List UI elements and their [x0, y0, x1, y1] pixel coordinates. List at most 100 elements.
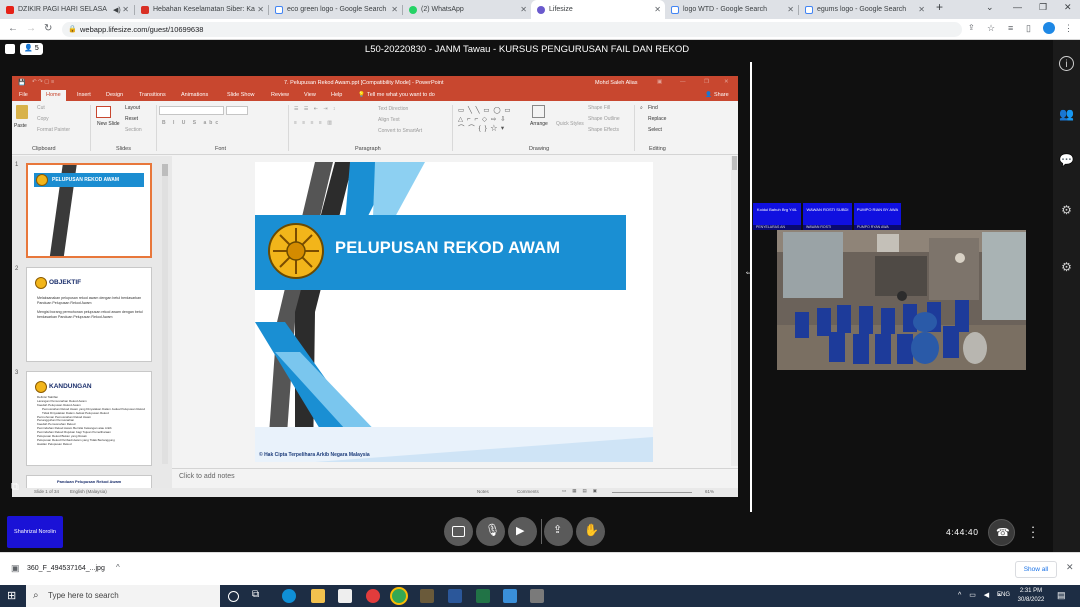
participant-chip[interactable]: Koidui Bahuh Brg Y4iL — [753, 203, 801, 225]
list-icons: ☰ ☰ ⇤ ⇥ ↕ — [294, 106, 338, 112]
close-tab-icon[interactable]: ✕ — [122, 5, 129, 14]
meeting-title: L50-20220830 - JANM Tawau - KURSUS PENGU… — [364, 44, 690, 55]
reload-icon[interactable]: ↻ — [44, 23, 52, 34]
close-icon[interactable]: ✕ — [1066, 562, 1074, 573]
resize-handle-icon[interactable]: ⇔ — [744, 267, 754, 278]
slide-thumbnail-2: OBJEKTIF Melaksanakan pelupusan rekod aw… — [26, 267, 152, 362]
camera-off-button[interactable]: ▶ — [508, 517, 537, 546]
browser-tab[interactable]: DZIKIR PAGI HARI SELASA ◀) ✕ — [0, 0, 133, 19]
hang-up-button[interactable]: ☎ — [988, 519, 1015, 546]
photos-icon[interactable] — [503, 589, 517, 603]
notifications-icon[interactable]: ▤ — [1057, 590, 1066, 601]
tab-help: Help — [331, 92, 343, 98]
word-icon[interactable] — [448, 589, 462, 603]
close-window-icon[interactable]: ✕ — [1064, 2, 1072, 13]
windows-start-icon[interactable]: ⊞ — [7, 589, 16, 602]
url-field[interactable]: 🔒 webapp.lifesize.com/guest/10699638 — [62, 22, 962, 37]
lightbulb-icon: 💡 — [358, 92, 365, 98]
task-view-icon[interactable]: ⧉ — [252, 589, 266, 603]
self-view-icon[interactable]: ⧉ — [11, 481, 33, 499]
back-icon[interactable]: ← — [8, 23, 18, 34]
info-icon[interactable]: i — [1059, 56, 1074, 71]
convert-smartart-label: Convert to SmartArt — [378, 128, 423, 134]
section-label: Section — [125, 127, 142, 133]
ppt-user-name: Mohd Saleh Alias — [595, 80, 638, 86]
tab-animations: Animations — [181, 92, 209, 98]
profile-avatar[interactable] — [1043, 22, 1055, 34]
mute-mic-button[interactable]: 🎙 — [476, 517, 505, 546]
chevron-up-icon[interactable]: ^ — [116, 563, 120, 572]
chrome-icon[interactable] — [392, 589, 406, 603]
show-all-button[interactable]: Show all — [1015, 561, 1057, 578]
close-tab-icon[interactable]: ✕ — [391, 5, 398, 14]
menu-kebab-icon[interactable]: ⋮ — [1064, 23, 1073, 34]
media-player-icon[interactable] — [420, 589, 434, 603]
slide-count: Slide 1 of 34 — [34, 489, 60, 494]
close-tab-icon[interactable]: ✕ — [520, 5, 527, 14]
participant-chip[interactable]: WAWAN ROSTI SUBDI — [803, 203, 852, 225]
tab-label: eco green logo - Google Search — [287, 6, 387, 13]
taskbar-clock[interactable]: 2:31 PM 30/8/2022 — [1011, 587, 1051, 605]
language-indicator[interactable]: ENG — [997, 592, 1010, 598]
tab-home: Home — [41, 90, 66, 101]
minimize-icon: — — [680, 79, 686, 85]
tab-search-icon[interactable]: ⌄ — [986, 2, 994, 13]
arrange-icon — [532, 105, 545, 118]
side-panel-icon[interactable]: ▯ — [1026, 23, 1031, 34]
share-icon: ⇪ — [553, 524, 563, 536]
layout-settings-icon[interactable]: ⚙ — [1059, 203, 1074, 218]
cortana-icon[interactable] — [228, 591, 239, 602]
tab-design: Design — [106, 92, 124, 98]
browser-tab[interactable]: egums logo - Google Search ✕ — [799, 0, 929, 19]
browser-tab[interactable]: logo WTD - Google Search ✕ — [665, 0, 798, 19]
thumb-line: Melaksanakan pelupusan rekod awam dengan… — [37, 296, 142, 305]
download-filename[interactable]: 360_F_494537164_...jpg — [27, 565, 105, 572]
new-tab-button[interactable]: + — [936, 0, 943, 14]
slide-thumbnail-3: KANDUNGAN Definisi Takrifan Larangan Pem… — [26, 371, 152, 466]
taskbar-search[interactable]: ⌕ Type here to search — [26, 585, 220, 607]
clock-date: 30/8/2022 — [1017, 597, 1045, 603]
reset-label: Reset — [125, 116, 139, 122]
clock-time: 2:31 PM — [1019, 588, 1043, 594]
layout-divider[interactable] — [750, 62, 752, 512]
lifesize-app: 👤 5 L50-20220830 - JANM Tawau - KURSUS P… — [0, 40, 1080, 552]
calendar-icon[interactable] — [338, 589, 352, 603]
reading-list-icon[interactable]: ≡ — [1008, 23, 1013, 33]
share-icon[interactable]: ⇪ — [968, 23, 975, 32]
participants-icon[interactable]: 👥 — [1059, 107, 1074, 122]
browser-tab[interactable]: (2) WhatsApp ✕ — [403, 0, 531, 19]
excel-icon[interactable] — [476, 589, 490, 603]
app-icon[interactable] — [366, 589, 380, 603]
bookmark-star-icon[interactable]: ☆ — [987, 23, 995, 34]
google-icon — [275, 5, 283, 14]
call-timer: 4:44:40 — [946, 527, 979, 537]
gear-icon[interactable]: ⚙ — [1059, 260, 1074, 275]
app-icon[interactable] — [530, 589, 544, 603]
close-tab-icon[interactable]: ✕ — [257, 5, 264, 14]
ppt-window-title: 7. Pelupusan Rekod Awam.ppt [Compatibili… — [284, 80, 444, 86]
close-tab-icon[interactable]: ✕ — [918, 5, 925, 14]
ribbon-tabs: File Home Insert Design Transitions Anim… — [12, 90, 738, 101]
browser-tab[interactable]: Hebahan Keselamatan Siber: Ka ✕ — [135, 0, 268, 19]
participant-chip[interactable]: PUMPO RIAN BY AWA — [854, 203, 901, 225]
raise-hand-button[interactable]: ✋ — [576, 517, 605, 546]
close-tab-icon[interactable]: ✕ — [654, 5, 661, 14]
minimize-icon[interactable]: — — [1013, 2, 1022, 12]
file-explorer-icon[interactable] — [311, 589, 325, 603]
browser-tab[interactable]: eco green logo - Google Search ✕ — [269, 0, 402, 19]
more-options-icon[interactable]: · · · — [1030, 520, 1036, 543]
browser-tab-active[interactable]: Lifesize ✕ — [531, 0, 665, 19]
replace-label: Replace — [648, 116, 667, 122]
group-drawing: Drawing — [529, 146, 550, 152]
layout-button[interactable] — [444, 517, 473, 546]
chat-icon[interactable]: 💬 — [1059, 153, 1074, 168]
restore-icon[interactable]: ❐ — [1039, 2, 1047, 13]
share-screen-button[interactable]: ⇪ — [544, 517, 573, 546]
edge-icon[interactable] — [282, 589, 296, 603]
close-tab-icon[interactable]: ✕ — [787, 5, 794, 14]
thumb-body: Melaksanakan pelupusan rekod awam dengan… — [37, 296, 147, 319]
slide-thumbnails: 1 PELUPUSAN REKOD AWAM 2 OBJEKTIF Melaks… — [12, 156, 172, 497]
comments-toggle: Comments — [517, 489, 539, 494]
forward-icon[interactable]: → — [26, 23, 36, 34]
align-text-label: Align Text — [378, 117, 400, 123]
